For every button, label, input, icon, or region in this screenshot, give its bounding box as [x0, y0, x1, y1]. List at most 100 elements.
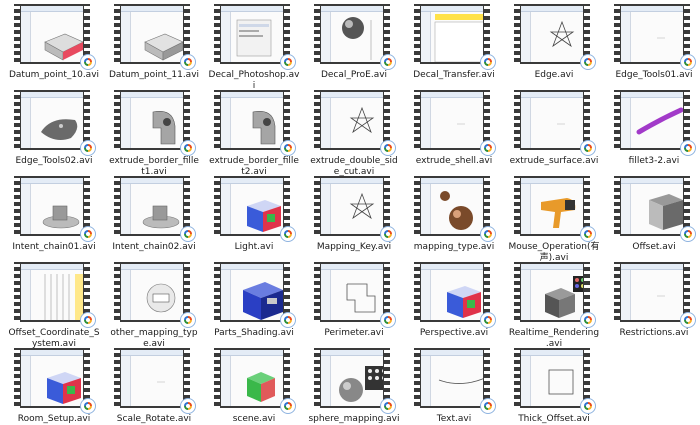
video-thumbnail[interactable] [514, 348, 596, 414]
file-item[interactable]: extrude_surface.avi [508, 90, 600, 167]
file-item[interactable]: Offset.avi [608, 176, 700, 253]
thumbnail-preview [321, 350, 383, 406]
video-thumbnail[interactable] [114, 4, 196, 70]
video-thumbnail[interactable] [614, 262, 696, 328]
video-thumbnail[interactable] [414, 262, 496, 328]
file-item[interactable]: Parts_Shading.avi [208, 262, 300, 339]
file-item[interactable]: Perspective.avi [408, 262, 500, 339]
video-thumbnail[interactable] [214, 262, 296, 328]
preview-sidebar [421, 356, 431, 406]
film-strip-perforation [414, 262, 420, 322]
video-thumbnail[interactable] [414, 4, 496, 70]
preview-content-empty [131, 356, 183, 406]
file-item[interactable]: scene.avi [208, 348, 300, 425]
file-name-label: Realtime_Rendering.avi [508, 328, 600, 349]
file-name-label: Perspective.avi [419, 328, 489, 338]
video-thumbnail[interactable] [414, 348, 496, 414]
preview-sidebar [621, 12, 631, 62]
film-strip-perforation [614, 4, 620, 64]
preview-content-block-gray [131, 12, 183, 62]
video-thumbnail[interactable] [314, 262, 396, 328]
preview-sidebar [121, 270, 131, 320]
video-thumbnail[interactable] [114, 176, 196, 242]
video-thumbnail[interactable] [614, 90, 696, 156]
video-thumbnail[interactable] [214, 176, 296, 242]
file-item[interactable]: extrude_border_fillet2.avi [208, 90, 300, 178]
preview-content-box-gray [631, 184, 683, 234]
file-item[interactable]: Edge_Tools01.avi [608, 4, 700, 81]
media-player-icon [480, 54, 496, 70]
video-thumbnail[interactable] [514, 4, 596, 70]
file-item[interactable]: Thick_Offset.avi [508, 348, 600, 425]
file-item[interactable]: other_mapping_type.avi [108, 262, 200, 350]
preview-sidebar [21, 270, 31, 320]
file-item[interactable]: extrude_double_side_cut.avi [308, 90, 400, 178]
video-thumbnail[interactable] [114, 90, 196, 156]
file-item[interactable]: extrude_border_fillet1.avi [108, 90, 200, 178]
preview-sidebar [21, 184, 31, 234]
film-strip-perforation [214, 90, 220, 150]
film-strip-perforation [14, 4, 20, 64]
file-item[interactable]: Perimeter.avi [308, 262, 400, 339]
file-item[interactable]: Edge.avi [508, 4, 600, 81]
file-item[interactable]: Decal_Photoshop.avi [208, 4, 300, 92]
video-thumbnail[interactable] [314, 4, 396, 70]
file-name-label: Offset_Coordinate_System.avi [8, 328, 100, 349]
file-item[interactable]: extrude_shell.avi [408, 90, 500, 167]
video-thumbnail[interactable] [514, 90, 596, 156]
video-thumbnail[interactable] [14, 4, 96, 70]
video-thumbnail[interactable] [214, 4, 296, 70]
file-item[interactable]: Light.avi [208, 176, 300, 253]
video-thumbnail[interactable] [514, 262, 596, 328]
file-item[interactable]: mapping_type.avi [408, 176, 500, 253]
thumbnail-preview [621, 264, 683, 320]
preview-sidebar [321, 270, 331, 320]
video-thumbnail[interactable] [14, 348, 96, 414]
media-player-icon [580, 140, 596, 156]
file-item[interactable]: Restrictions.avi [608, 262, 700, 339]
video-thumbnail[interactable] [214, 90, 296, 156]
video-thumbnail[interactable] [14, 90, 96, 156]
file-item[interactable]: Datum_point_10.avi [8, 4, 100, 81]
video-thumbnail[interactable] [114, 262, 196, 328]
file-item[interactable]: Decal_ProE.avi [308, 4, 400, 81]
thumbnail-preview [221, 350, 283, 406]
video-thumbnail[interactable] [514, 176, 596, 242]
file-item[interactable]: Edge_Tools02.avi [8, 90, 100, 167]
file-item[interactable]: Room_Setup.avi [8, 348, 100, 425]
video-thumbnail[interactable] [314, 348, 396, 414]
video-thumbnail[interactable] [414, 176, 496, 242]
file-item[interactable]: Decal_Transfer.avi [408, 4, 500, 81]
preview-content-star [331, 184, 383, 234]
video-thumbnail[interactable] [114, 348, 196, 414]
video-thumbnail[interactable] [314, 176, 396, 242]
video-thumbnail[interactable] [614, 4, 696, 70]
file-item[interactable]: Realtime_Rendering.avi [508, 262, 600, 350]
media-player-icon [580, 312, 596, 328]
file-item[interactable]: Text.avi [408, 348, 500, 425]
thumbnail-preview [21, 264, 83, 320]
video-thumbnail[interactable] [614, 176, 696, 242]
file-item[interactable]: Scale_Rotate.avi [108, 348, 200, 425]
file-item[interactable]: Offset_Coordinate_System.avi [8, 262, 100, 350]
video-thumbnail[interactable] [314, 90, 396, 156]
video-thumbnail[interactable] [14, 262, 96, 328]
media-player-icon [180, 398, 196, 414]
preview-content-hairdryer [531, 184, 583, 234]
preview-sidebar [321, 12, 331, 62]
file-item[interactable]: Intent_chain02.avi [108, 176, 200, 253]
thumbnail-preview [321, 264, 383, 320]
file-item[interactable]: fillet3-2.avi [608, 90, 700, 167]
thumbnail-preview [121, 92, 183, 148]
file-item[interactable]: sphere_mapping.avi [308, 348, 400, 425]
file-item[interactable]: Mouse_Operation(有声).avi [508, 176, 600, 264]
film-strip-perforation [114, 262, 120, 322]
video-thumbnail[interactable] [14, 176, 96, 242]
file-item[interactable]: Intent_chain01.avi [8, 176, 100, 253]
file-item[interactable]: Datum_point_11.avi [108, 4, 200, 81]
video-thumbnail[interactable] [414, 90, 496, 156]
preview-content-cylinder [31, 184, 83, 234]
file-item[interactable]: Mapping_Key.avi [308, 176, 400, 253]
file-name-label: Scale_Rotate.avi [116, 414, 192, 424]
video-thumbnail[interactable] [214, 348, 296, 414]
